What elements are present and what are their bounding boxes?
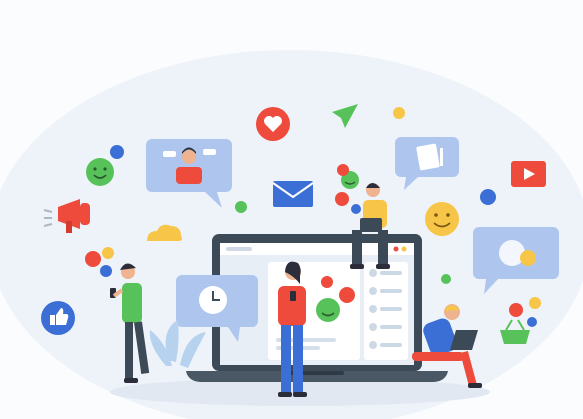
smiley-icon (86, 158, 114, 186)
video-play-icon (511, 161, 546, 187)
illustration-canvas (0, 50, 583, 419)
window-dot-yellow (401, 246, 407, 252)
thumbs-up-icon (41, 301, 75, 335)
browser-tab (226, 247, 252, 251)
coin-icon (499, 240, 525, 266)
smiley-icon (425, 202, 459, 236)
smiley-icon (316, 298, 340, 322)
location-pin-icon (393, 107, 405, 119)
avatar (182, 150, 196, 164)
window-dot-red (393, 246, 399, 252)
social-media-illustration (0, 0, 583, 419)
envelope-icon (272, 181, 314, 207)
smiley-icon (235, 201, 247, 213)
heart-icon (256, 107, 290, 141)
